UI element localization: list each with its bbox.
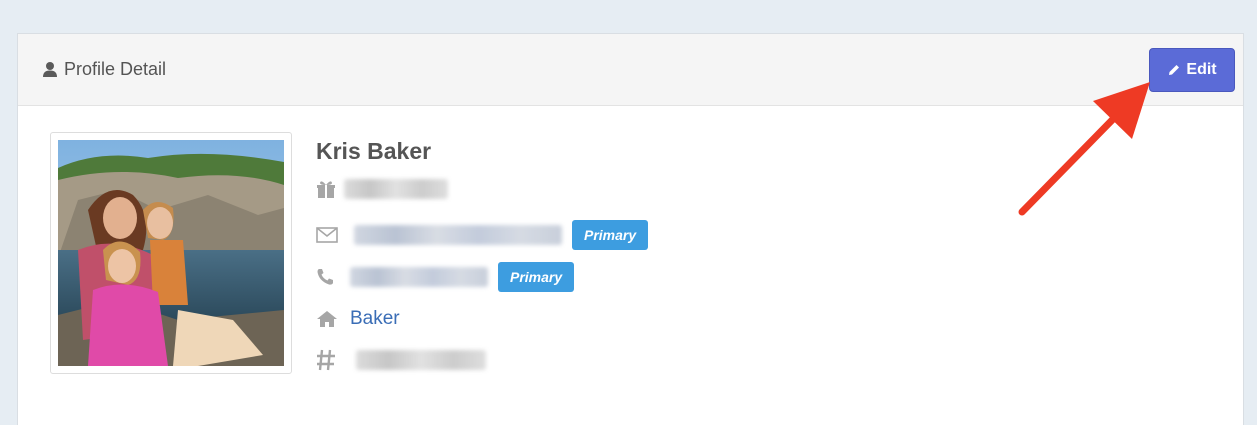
panel-title-text: Profile Detail	[64, 59, 167, 79]
id-value-redacted	[356, 350, 486, 370]
panel-heading: Profile Detail Edit	[18, 34, 1243, 106]
birthday-value-redacted	[344, 179, 448, 199]
edit-button[interactable]: Edit	[1149, 48, 1235, 92]
address-row: Baker	[316, 308, 400, 330]
family-photo	[58, 140, 284, 366]
birthday-row	[316, 179, 448, 199]
edit-button-label: Edit	[1186, 61, 1217, 78]
address-link[interactable]: Baker	[350, 308, 400, 330]
panel-title: Profile Detail	[42, 59, 166, 80]
phone-icon	[316, 268, 344, 286]
id-row	[316, 349, 486, 371]
profile-photo	[50, 132, 292, 374]
phone-primary-badge: Primary	[498, 262, 575, 292]
hash-icon	[316, 349, 344, 371]
email-primary-badge: Primary	[572, 220, 649, 250]
email-row: Primary	[316, 220, 649, 250]
email-value-redacted[interactable]	[354, 225, 562, 245]
envelope-icon	[316, 227, 344, 243]
user-icon	[42, 61, 58, 78]
profile-panel: Profile Detail Edit Kris Baker Primary P…	[17, 33, 1244, 425]
home-icon	[316, 310, 344, 328]
phone-row: Primary	[316, 262, 575, 292]
profile-name: Kris Baker	[316, 138, 432, 164]
gift-icon	[316, 179, 344, 199]
phone-value-redacted[interactable]	[350, 267, 488, 287]
pencil-icon	[1167, 63, 1181, 77]
